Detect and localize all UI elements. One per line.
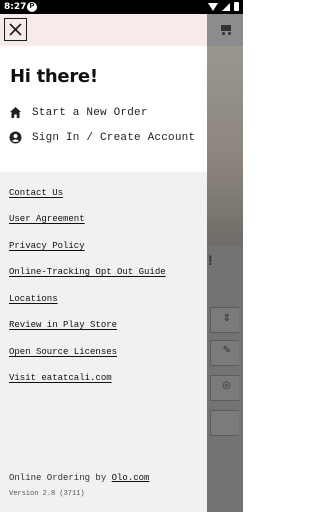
close-button[interactable]	[4, 18, 27, 41]
greeting-title: Hi there!	[10, 66, 98, 87]
review-play-store-link[interactable]: Review in Play Store	[9, 320, 117, 330]
dropdown-arrow-icon: ⇕	[222, 313, 231, 324]
start-new-order-button[interactable]: Start a New Order	[9, 106, 148, 119]
background-dropdown: ⇕	[210, 307, 239, 333]
sign-in-label: Sign In / Create Account	[32, 131, 196, 144]
user-agreement-link[interactable]: User Agreement	[9, 214, 85, 224]
edit-icon: ✎	[222, 345, 231, 356]
start-new-order-label: Start a New Order	[32, 106, 148, 119]
background-field	[210, 410, 239, 436]
wifi-icon	[208, 2, 218, 11]
status-bar: 8:27 P	[0, 0, 243, 14]
battery-icon	[234, 2, 239, 11]
sign-in-button[interactable]: Sign In / Create Account	[9, 131, 195, 144]
signal-icon	[222, 2, 230, 11]
footer-credit: Online Ordering by Olo.com	[9, 473, 149, 483]
privacy-policy-link[interactable]: Privacy Policy	[9, 241, 85, 251]
home-icon	[10, 107, 21, 118]
background-exclamation: !	[208, 252, 213, 268]
background-app-bar	[207, 14, 243, 46]
visit-website-link[interactable]: Visit eatatcali.com	[9, 373, 112, 383]
open-source-licenses-link[interactable]: Open Source Licenses	[9, 347, 117, 357]
background-app: ! ⇕ ✎ ◎	[207, 14, 243, 512]
notification-badge-icon: P	[27, 2, 37, 12]
contact-us-link[interactable]: Contact Us	[9, 188, 63, 198]
close-icon	[9, 23, 22, 36]
account-icon	[9, 131, 22, 144]
navigation-drawer: Hi there! Start a New Order Sign In / Cr…	[0, 14, 207, 512]
background-field: ◎	[210, 375, 239, 401]
footer-prefix: Online Ordering by	[9, 473, 107, 483]
olo-link[interactable]: Olo.com	[112, 473, 150, 483]
locations-link[interactable]: Locations	[9, 294, 58, 304]
background-field: ✎	[210, 340, 239, 366]
drawer-header	[0, 14, 207, 46]
status-time: 8:27	[4, 2, 27, 12]
background-hero-image	[207, 46, 243, 246]
status-icons	[208, 2, 239, 11]
opt-out-guide-link[interactable]: Online-Tracking Opt Out Guide	[9, 267, 166, 277]
cart-icon	[219, 23, 233, 35]
location-icon: ◎	[222, 380, 231, 391]
app-version: Version 2.8 (3711)	[9, 490, 85, 498]
